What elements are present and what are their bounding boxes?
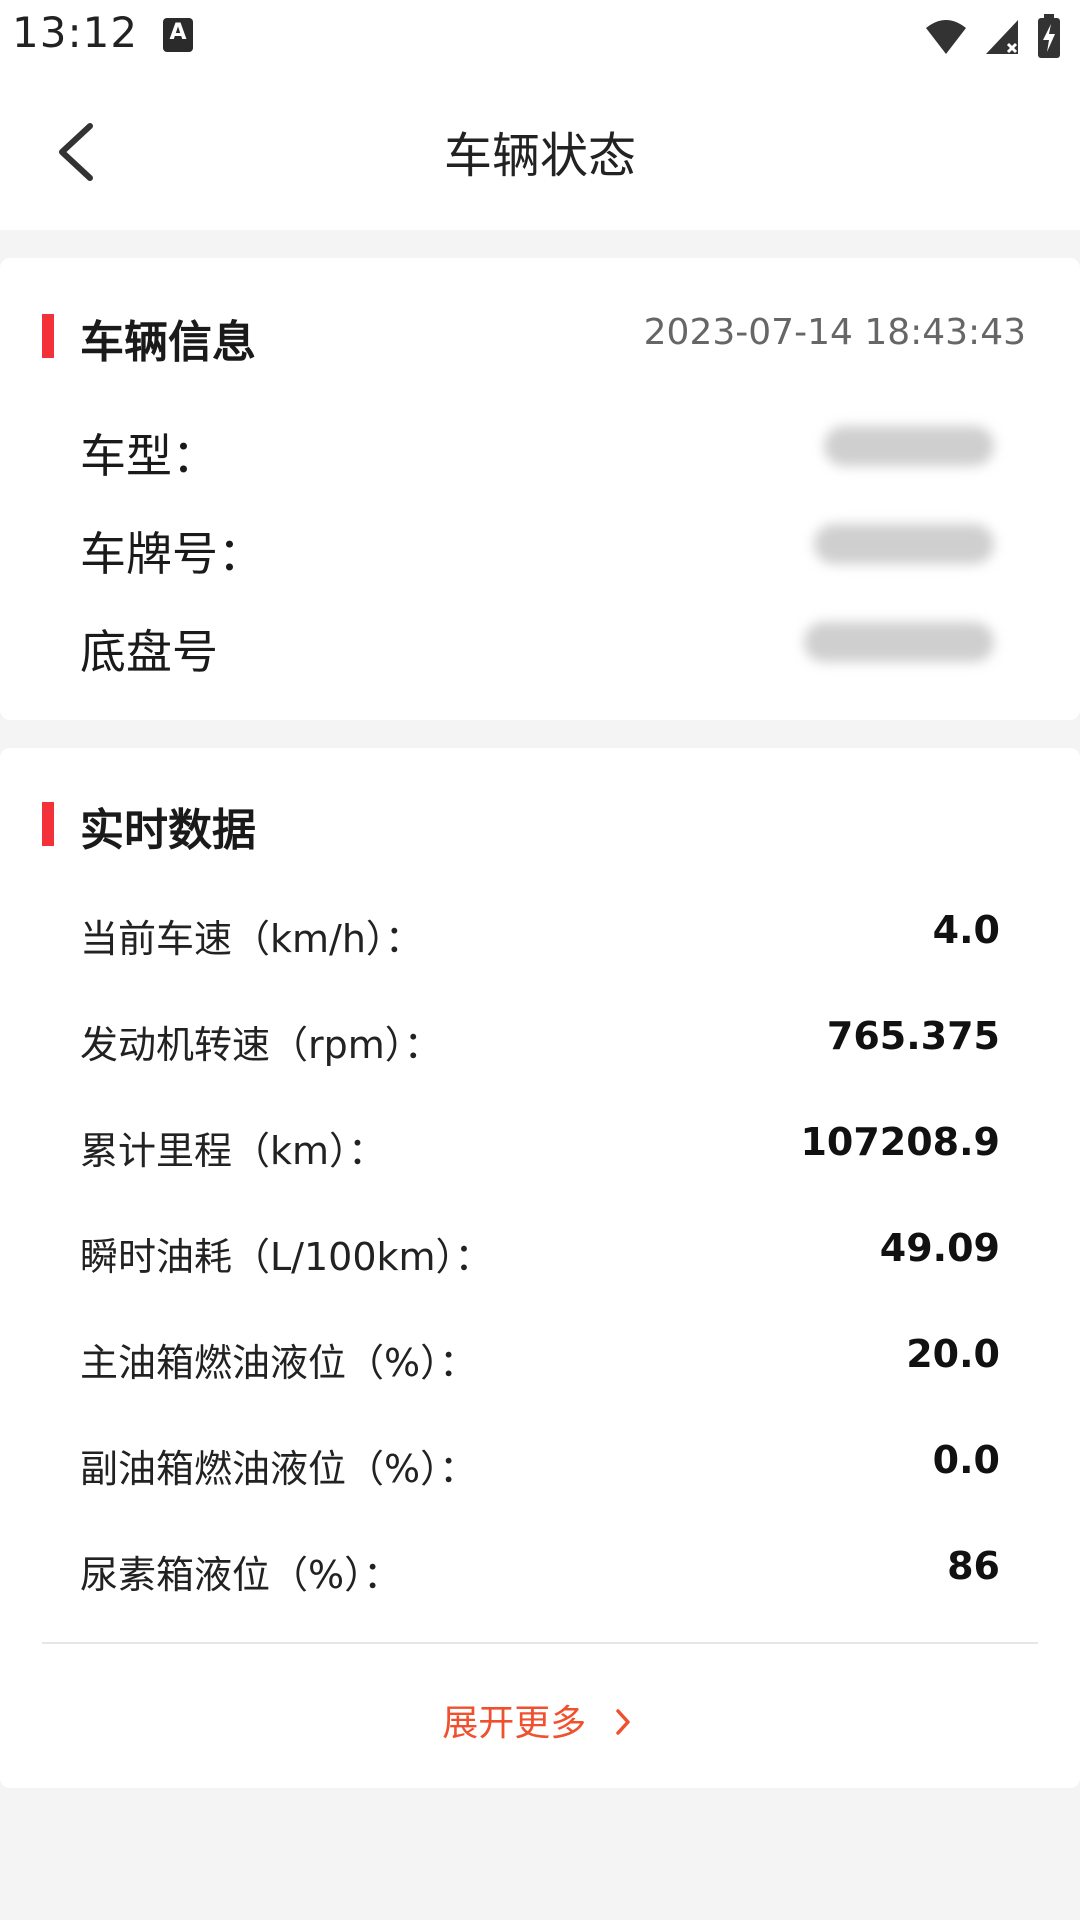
data-row-speed: 当前车速（km/h）： 4.0 [0,908,1080,968]
data-row-fuel-consumption: 瞬时油耗（L/100km）： 49.09 [0,1226,1080,1286]
vehicle-model-label: 车型： [80,429,218,483]
keyboard-notification-icon: A [163,18,193,52]
data-value: 20.0 [906,1332,1000,1376]
data-value: 765.375 [826,1014,1000,1058]
expand-more-label: 展开更多 [442,1703,587,1744]
data-value: 107208.9 [800,1120,1000,1164]
data-row-urea-level: 尿素箱液位（%）： 86 [0,1544,1080,1604]
data-row-engine-rpm: 发动机转速（rpm）： 765.375 [0,1014,1080,1074]
data-label: 副油箱燃油液位（%）： [80,1447,478,1491]
cellular-signal-icon [986,20,1018,54]
battery-charging-icon [1038,14,1060,58]
realtime-data-card: 实时数据 当前车速（km/h）： 4.0 发动机转速（rpm）： 765.375… [0,748,1080,1788]
section-accent-bar [42,802,54,846]
data-row-aux-tank-level: 副油箱燃油液位（%）： 0.0 [0,1438,1080,1498]
wifi-icon [926,20,966,54]
plate-number-value-redacted [814,524,994,564]
section-accent-bar [42,314,54,358]
status-bar: 13:12 A [0,0,1080,72]
plate-number-label: 车牌号： [80,527,264,581]
chassis-number-value-redacted [804,622,994,662]
realtime-data-title: 实时数据 [80,805,256,856]
data-row-main-tank-level: 主油箱燃油液位（%）： 20.0 [0,1332,1080,1392]
vehicle-model-value-redacted [824,426,994,466]
vehicle-info-card: 车辆信息 2023-07-14 18:43:43 车型： 车牌号： 底盘号 [0,258,1080,720]
data-row-mileage: 累计里程（km）： 107208.9 [0,1120,1080,1180]
status-icons [924,14,1062,58]
vehicle-info-title: 车辆信息 [80,317,256,368]
data-label: 当前车速（km/h）： [80,917,423,961]
chevron-right-icon [615,1709,630,1735]
data-label: 主油箱燃油液位（%）： [80,1341,478,1385]
data-value: 49.09 [879,1226,1000,1270]
expand-more-button[interactable]: 展开更多 [0,1694,1080,1746]
page-title: 车辆状态 [443,128,636,184]
data-label: 发动机转速（rpm）： [80,1023,442,1067]
update-timestamp: 2023-07-14 18:43:43 [643,312,1026,353]
data-label: 累计里程（km）： [80,1129,387,1173]
data-value: 0.0 [932,1438,1000,1482]
chassis-number-label: 底盘号 [80,625,218,679]
status-time: 13:12 [12,8,139,57]
divider [42,1642,1038,1644]
data-label: 瞬时油耗（L/100km）： [80,1235,493,1279]
data-value: 86 [947,1544,1000,1588]
data-value: 4.0 [932,908,1000,952]
data-label: 尿素箱液位（%）： [80,1553,402,1597]
top-app-bar: 车辆状态 [0,72,1080,230]
